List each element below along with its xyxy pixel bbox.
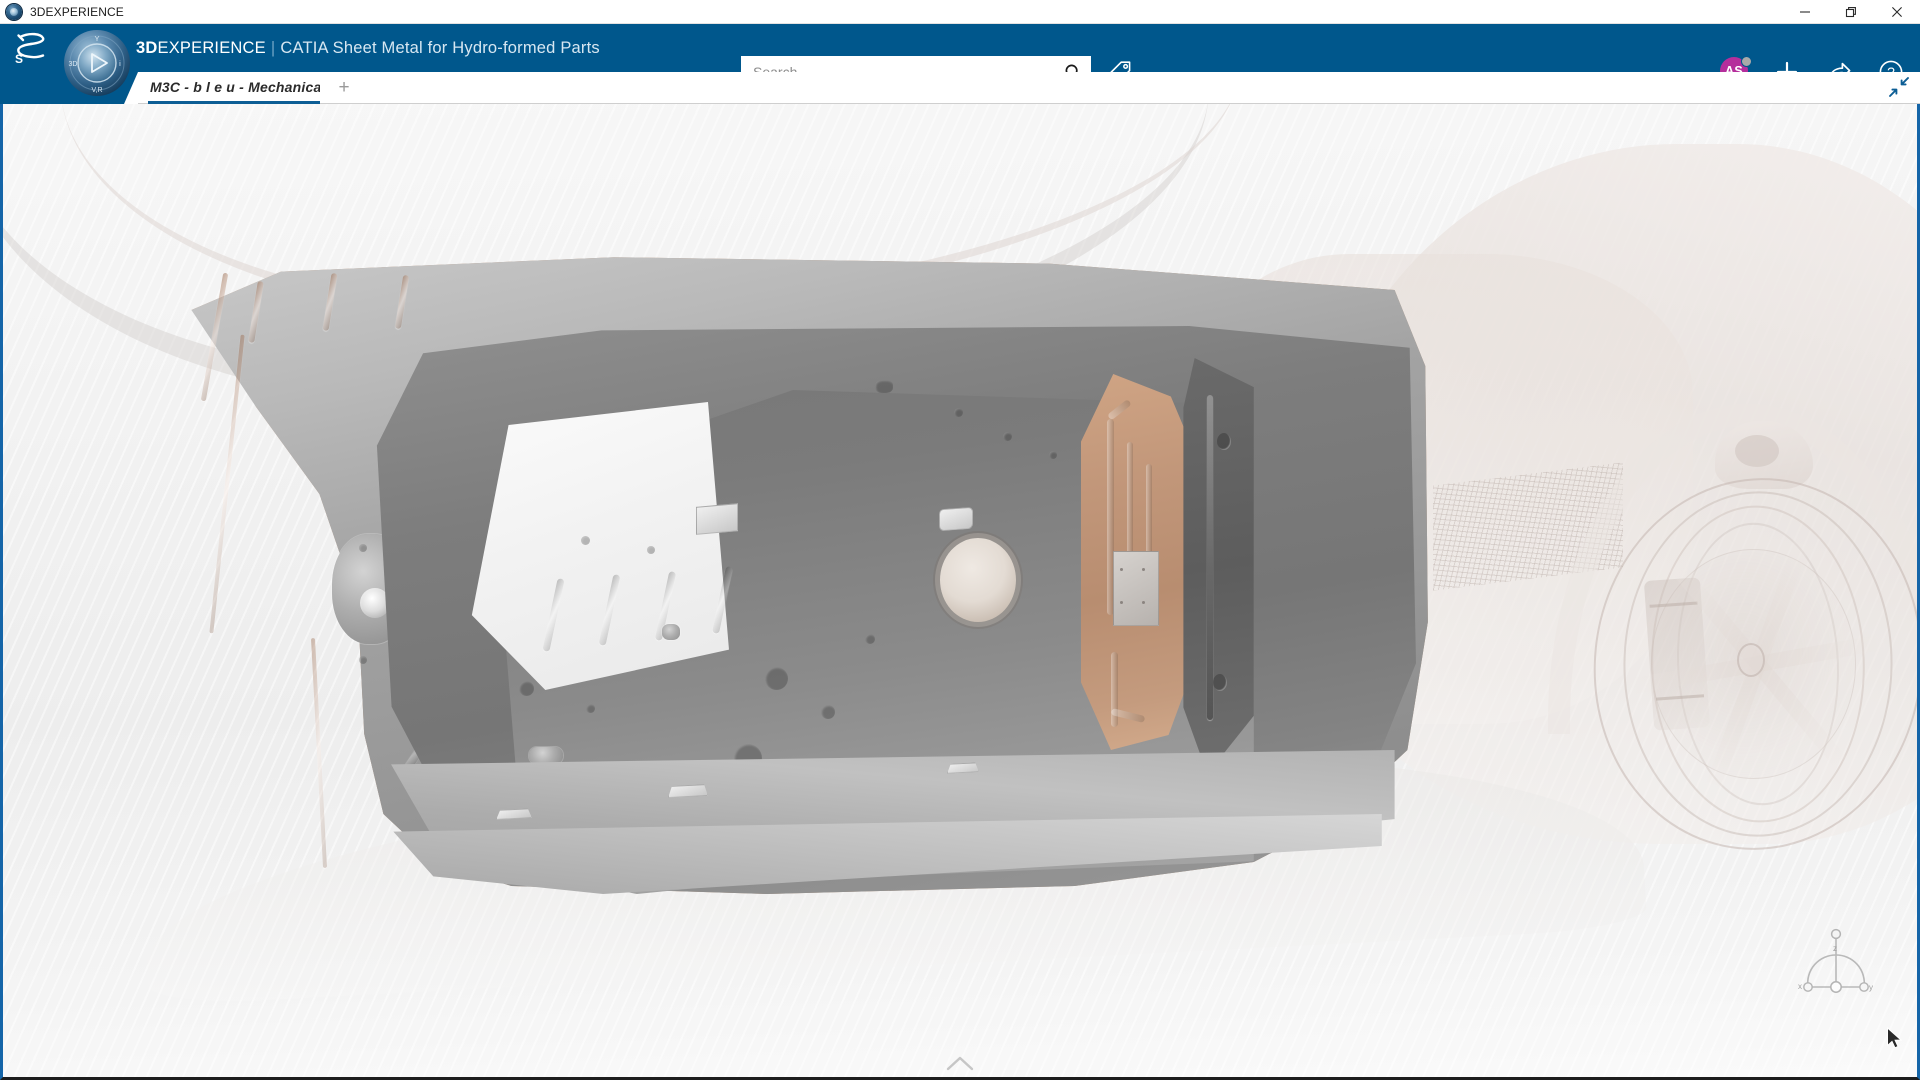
app-title: 3DEXPERIENCE | CATIA Sheet Metal for Hydro… <box>136 39 600 58</box>
emboss-pad <box>529 746 564 764</box>
3dexperience-compass[interactable]: Y 3D i V,R <box>62 28 132 98</box>
sill-clip-tab <box>947 762 979 774</box>
ghost-rear-wheel <box>1581 421 1917 869</box>
door-rear-frame-band <box>1183 358 1254 774</box>
drill-hole <box>864 634 875 644</box>
svg-text:S: S <box>15 52 23 66</box>
copper-reinforcement-panel <box>1081 374 1197 750</box>
tab-bar: M3C - b l e u - Mechanical + <box>0 72 1920 104</box>
add-tab-button[interactable]: + <box>333 76 355 98</box>
drill-hole <box>954 407 964 417</box>
collapse-fullscreen-icon[interactable] <box>1886 74 1912 100</box>
avatar-status-dot <box>1741 56 1752 67</box>
mouse-pointer <box>1886 1026 1904 1049</box>
restore-icon[interactable] <box>1828 0 1874 24</box>
tab-label: M3C - b l e u - Mechanical <box>150 78 320 95</box>
drill-hole <box>1212 674 1227 692</box>
3d-scene: z x y <box>3 104 1917 1077</box>
bracket-tab <box>695 503 738 536</box>
compass-label-left: 3D <box>69 61 78 68</box>
compass-label-top: Y <box>94 34 99 43</box>
chevron-up-icon[interactable] <box>943 1053 977 1073</box>
drill-hole <box>1002 431 1012 441</box>
axis-label-y: y <box>1869 983 1873 992</box>
3ds-logo[interactable]: S <box>8 25 54 71</box>
close-icon[interactable] <box>1874 0 1920 24</box>
emboss-slot <box>1207 395 1214 720</box>
drill-hole <box>359 543 368 552</box>
app-header: S Y 3D i V,R 3DEXPERIENCE | CATIA Sheet … <box>0 24 1920 96</box>
app-title-3d: 3D <box>136 38 158 57</box>
window-title-bar: 3DEXPERIENCE <box>0 0 1920 24</box>
window-title: 3DEXPERIENCE <box>30 4 124 19</box>
drill-hole <box>359 655 368 664</box>
window-controls <box>1782 0 1920 24</box>
speaker-cutout <box>940 538 1017 622</box>
emboss-pad <box>662 623 681 640</box>
drill-hole <box>1217 432 1232 450</box>
axis-label-x: x <box>1798 982 1802 991</box>
drill-hole <box>764 666 788 690</box>
sill-clip-tab <box>668 784 708 798</box>
minimize-icon[interactable] <box>1782 0 1828 24</box>
emboss-feature-line <box>310 638 327 868</box>
axis-triad[interactable]: z x y <box>1793 927 1879 1007</box>
3d-viewport[interactable]: z x y <box>0 104 1920 1080</box>
tab-active[interactable]: M3C - b l e u - Mechanical <box>148 72 320 104</box>
axis-label-z: z <box>1833 944 1837 953</box>
drill-hole <box>1049 450 1057 459</box>
bracket-tab <box>938 507 973 532</box>
drill-hole <box>874 380 893 394</box>
emboss-feature-line <box>209 334 245 634</box>
app-title-experience: EXPERIENCE <box>157 38 266 57</box>
app-title-separator: | <box>270 38 276 57</box>
3dexperience-compass-icon <box>6 3 22 20</box>
drill-hole <box>580 535 590 545</box>
door-window-opening <box>471 402 729 690</box>
drill-hole <box>585 703 595 713</box>
copper-panel-bracket <box>1113 550 1160 626</box>
compass-label-bottom: V,R <box>91 87 102 94</box>
sheet-metal-door-panel[interactable] <box>153 254 1433 1054</box>
app-title-application: CATIA Sheet Metal for Hydro-formed Parts <box>280 38 600 57</box>
